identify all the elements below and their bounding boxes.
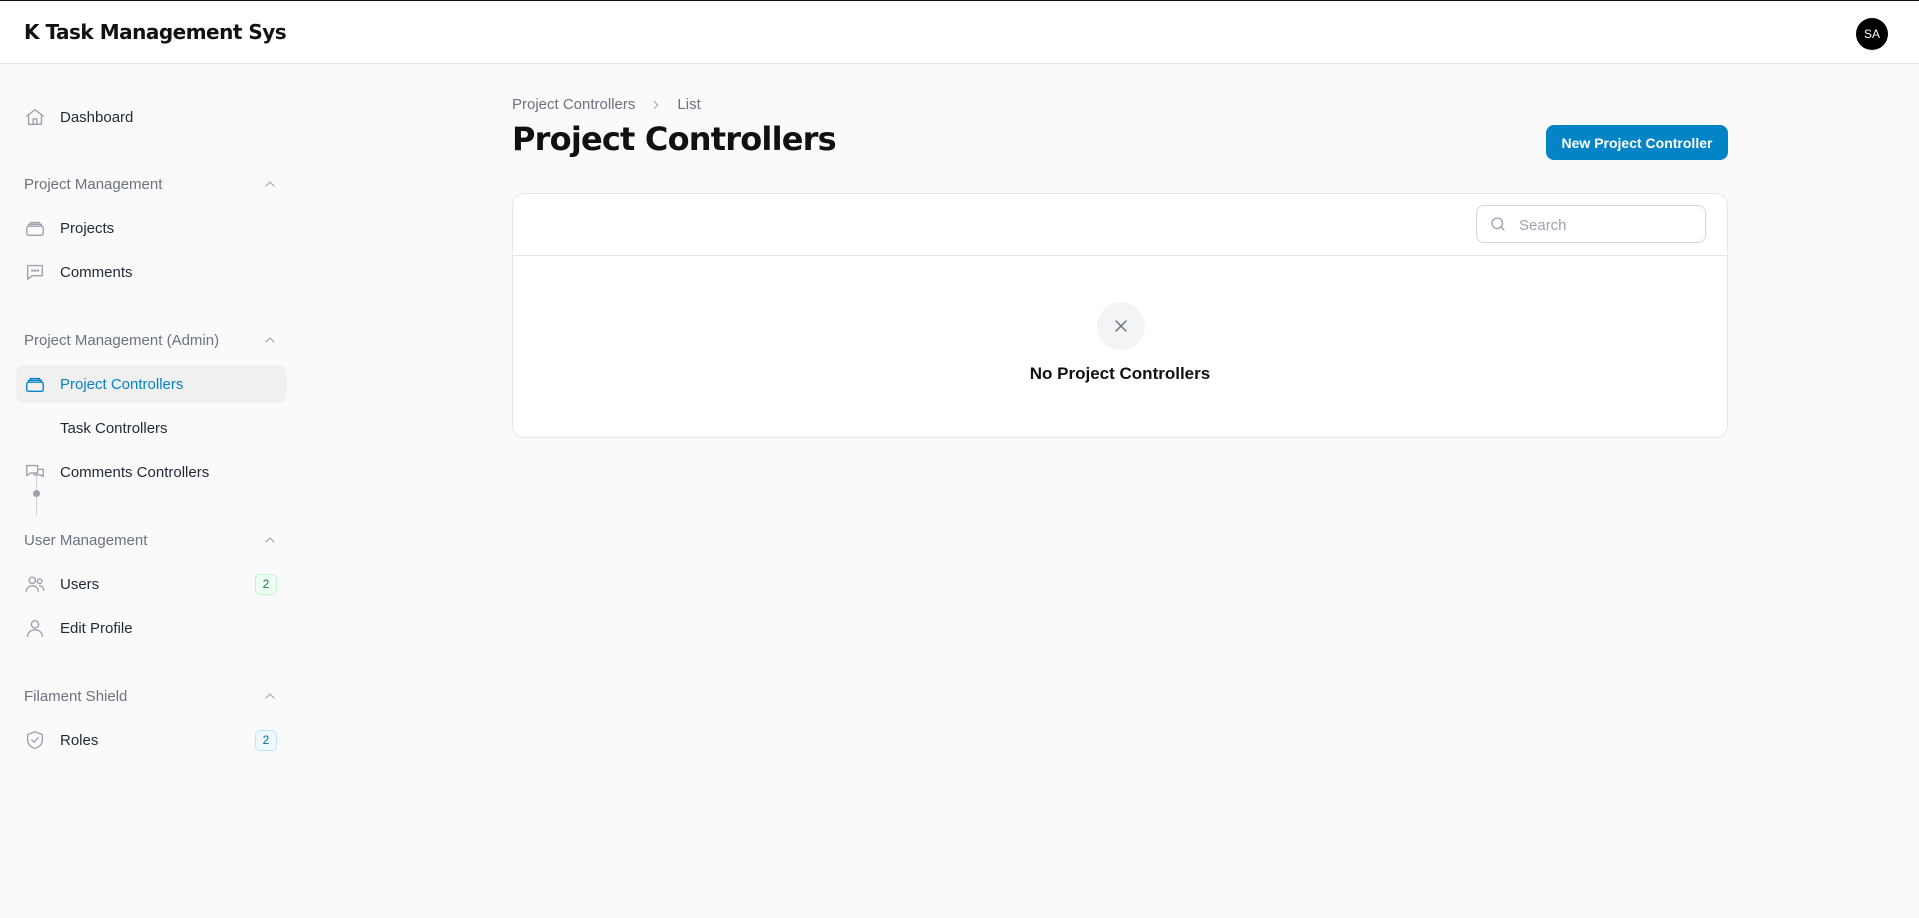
group-filament-shield[interactable]: Filament Shield — [24, 684, 278, 708]
stack-icon — [24, 373, 46, 395]
breadcrumb: Project Controllers List — [512, 96, 701, 113]
user-avatar[interactable]: SA — [1856, 18, 1888, 50]
shield-check-icon — [24, 729, 46, 751]
sidebar-item-dashboard[interactable]: Dashboard — [16, 98, 287, 136]
sidebar-item-label: Dashboard — [60, 108, 134, 126]
stack-icon — [24, 217, 46, 239]
chat-bubbles-icon — [24, 461, 46, 483]
sidebar-item-label: Roles — [60, 731, 99, 749]
chevron-up-icon[interactable] — [262, 176, 278, 192]
search-box[interactable] — [1476, 205, 1706, 243]
sidebar-item-label: Projects — [60, 219, 115, 237]
dot-icon — [33, 490, 40, 497]
close-icon — [1097, 302, 1145, 350]
breadcrumb-item[interactable]: Project Controllers — [512, 96, 635, 113]
chevron-up-icon[interactable] — [262, 532, 278, 548]
sidebar-item-comments-controllers[interactable]: Comments Controllers — [16, 453, 287, 491]
breadcrumb-item: List — [677, 96, 701, 113]
users-icon — [24, 573, 46, 595]
table-toolbar — [513, 194, 1727, 256]
top-bar: K Task Management Sys SA — [0, 0, 1919, 64]
sidebar-item-label: Task Controllers — [60, 419, 168, 437]
sidebar-item-label: Comments Controllers — [60, 463, 210, 481]
home-icon — [24, 106, 46, 128]
group-project-management-admin[interactable]: Project Management (Admin) — [24, 328, 278, 352]
sidebar-item-label: Users — [60, 575, 100, 593]
app-brand[interactable]: K Task Management Sys — [24, 20, 287, 44]
group-label: User Management — [24, 531, 148, 549]
group-project-management[interactable]: Project Management — [24, 172, 278, 196]
table-card: No Project Controllers — [512, 193, 1728, 438]
user-icon — [24, 617, 46, 639]
count-badge: 2 — [255, 729, 277, 751]
sidebar-item-task-controllers[interactable]: Task Controllers — [16, 409, 287, 447]
sidebar-item-comments[interactable]: Comments — [16, 253, 287, 291]
sidebar-item-projects[interactable]: Projects — [16, 209, 287, 247]
search-icon — [1489, 215, 1507, 233]
page-title: Project Controllers — [512, 120, 837, 158]
sidebar-item-label: Project Controllers — [60, 375, 184, 393]
sidebar-item-project-controllers[interactable]: Project Controllers — [16, 365, 287, 403]
group-user-management[interactable]: User Management — [24, 528, 278, 552]
sidebar-item-edit-profile[interactable]: Edit Profile — [16, 609, 287, 647]
chat-icon — [24, 261, 46, 283]
group-label: Project Management (Admin) — [24, 331, 220, 349]
sidebar-item-roles[interactable]: Roles 2 — [16, 721, 287, 759]
sidebar-item-label: Comments — [60, 263, 133, 281]
count-badge: 2 — [255, 573, 277, 595]
sidebar-item-label: Edit Profile — [60, 619, 133, 637]
chevron-up-icon[interactable] — [262, 688, 278, 704]
search-input[interactable] — [1517, 214, 1701, 236]
group-label: Filament Shield — [24, 687, 128, 705]
sidebar: Dashboard Project Management Projects Co… — [0, 64, 290, 918]
chevron-right-icon — [649, 98, 663, 112]
empty-state-text: No Project Controllers — [1029, 364, 1211, 383]
group-label: Project Management — [24, 175, 163, 193]
sidebar-item-users[interactable]: Users 2 — [16, 565, 287, 603]
new-project-controller-button[interactable]: New Project Controller — [1546, 125, 1728, 160]
chevron-up-icon[interactable] — [262, 332, 278, 348]
